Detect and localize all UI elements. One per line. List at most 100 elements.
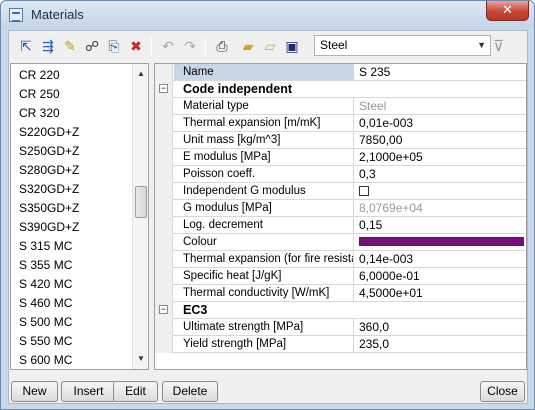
undo-icon[interactable]: ↶ — [159, 37, 177, 55]
list-item[interactable]: CR 250 — [19, 85, 60, 104]
materials-list-scrollbar[interactable]: ▲ ▼ — [132, 64, 148, 369]
property-value[interactable]: 4,5000e+01 — [355, 285, 526, 301]
row-gutter — [155, 251, 173, 268]
close-button[interactable]: Close — [480, 381, 525, 402]
property-value[interactable] — [355, 183, 526, 199]
property-value[interactable]: Steel — [355, 98, 526, 114]
row-gutter — [155, 166, 173, 183]
insert-button[interactable]: Insert — [61, 381, 116, 402]
property-value[interactable]: 360,0 — [355, 319, 526, 335]
list-item[interactable]: S 315 MC — [19, 237, 72, 256]
toolbar-separator — [151, 37, 152, 55]
row-gutter — [155, 217, 173, 234]
list-item[interactable]: S 500 MC — [19, 313, 72, 332]
property-value[interactable]: 7850,00 — [355, 132, 526, 148]
property-row[interactable]: Specific heat [J/gK] 6,0000e-01 — [155, 268, 526, 285]
property-name: Independent G modulus — [174, 183, 354, 199]
list-item[interactable]: S350GD+Z — [19, 199, 79, 218]
property-value[interactable]: 2,1000e+05 — [355, 149, 526, 165]
binoculars-icon[interactable]: ☍ — [83, 37, 101, 55]
property-row[interactable]: Independent G modulus — [155, 183, 526, 200]
scrollbar-thumb[interactable] — [135, 186, 147, 218]
open-icon[interactable]: ▱ — [261, 37, 279, 55]
property-value[interactable]: 6,0000e-01 — [355, 268, 526, 284]
property-name: Thermal expansion (for fire resista... — [174, 251, 354, 267]
property-row[interactable]: Ultimate strength [MPa] 360,0 — [155, 319, 526, 336]
properties-grid: Name S 235 − Code independent Material t… — [154, 63, 527, 370]
property-value[interactable]: 0,3 — [355, 166, 526, 182]
toolbar-separator — [205, 37, 206, 55]
list-item[interactable]: CR 320 — [19, 104, 60, 123]
list-item[interactable]: S 600 MC — [19, 351, 72, 369]
property-row[interactable]: Poisson coeff. 0,3 — [155, 166, 526, 183]
scroll-up-icon[interactable]: ▲ — [133, 66, 148, 82]
property-row[interactable]: E modulus [MPa] 2,1000e+05 — [155, 149, 526, 166]
property-value[interactable]: 0,14e-003 — [355, 251, 526, 267]
property-name: Thermal conductivity [W/mK] — [174, 285, 354, 301]
row-gutter — [155, 319, 173, 336]
property-value[interactable]: 0,01e-003 — [355, 115, 526, 131]
list-item[interactable]: S320GD+Z — [19, 180, 79, 199]
property-row[interactable]: Material type Steel — [155, 98, 526, 115]
open-folder-icon[interactable]: ▰ — [239, 37, 257, 55]
property-value[interactable]: 0,15 — [355, 217, 526, 233]
property-name: Thermal expansion [m/mK] — [174, 115, 354, 131]
list-item[interactable]: CR 220 — [19, 66, 60, 85]
property-row-name[interactable]: Name S 235 — [155, 64, 526, 81]
edit-icon[interactable]: ✎ — [61, 37, 79, 55]
list-item[interactable]: S 550 MC — [19, 332, 72, 351]
window-title: Materials — [31, 7, 84, 22]
collapse-icon[interactable]: − — [159, 305, 168, 314]
property-row[interactable]: Thermal expansion [m/mK] 0,01e-003 — [155, 115, 526, 132]
section-code-independent[interactable]: − Code independent — [155, 81, 526, 98]
independent-g-modulus-checkbox[interactable] — [359, 186, 369, 196]
delete-icon[interactable]: ✖ — [127, 37, 145, 55]
title-bar[interactable]: Materials ✕ — [1, 1, 534, 29]
redo-icon[interactable]: ↷ — [181, 37, 199, 55]
property-name: Ultimate strength [MPa] — [174, 319, 354, 335]
section-ec3[interactable]: − EC3 — [155, 302, 526, 319]
property-value[interactable]: 8,0769e+04 — [355, 200, 526, 216]
property-name: Name — [174, 64, 354, 80]
property-name: E modulus [MPa] — [174, 149, 354, 165]
delete-button[interactable]: Delete — [162, 381, 218, 402]
scroll-down-icon[interactable]: ▼ — [133, 351, 148, 367]
property-name: Specific heat [J/gK] — [174, 268, 354, 284]
list-item[interactable]: S280GD+Z — [19, 161, 79, 180]
new-button[interactable]: New — [11, 381, 58, 402]
property-name: Log. decrement — [174, 217, 354, 233]
property-row[interactable]: G modulus [MPa] 8,0769e+04 — [155, 200, 526, 217]
property-value[interactable] — [355, 234, 526, 250]
property-row[interactable]: Log. decrement 0,15 — [155, 217, 526, 234]
add-material-icon[interactable]: ⇱ — [17, 37, 35, 55]
copy-icon[interactable]: ⎘ — [105, 37, 123, 55]
import-icon[interactable]: ⇶ — [39, 37, 57, 55]
material-type-select-value: Steel — [320, 38, 348, 52]
window-close-button[interactable]: ✕ — [486, 1, 529, 21]
materials-list[interactable]: CR 220 CR 250 CR 320 S220GD+Z S250GD+Z S280GD… — [10, 63, 149, 370]
property-value[interactable]: 235,0 — [355, 336, 526, 352]
collapse-icon[interactable]: − — [159, 84, 168, 93]
print-icon[interactable]: ⎙ — [213, 37, 231, 55]
edit-button[interactable]: Edit — [113, 381, 158, 402]
list-item[interactable]: S390GD+Z — [19, 218, 79, 237]
property-name: G modulus [MPa] — [174, 200, 354, 216]
list-item[interactable]: S250GD+Z — [19, 142, 79, 161]
list-item[interactable]: S 420 MC — [19, 275, 72, 294]
property-row[interactable]: Unit mass [kg/m^3] 7850,00 — [155, 132, 526, 149]
row-gutter — [155, 64, 173, 81]
funnel-icon[interactable]: ⊽ — [493, 37, 509, 55]
list-item[interactable]: S 355 MC — [19, 256, 72, 275]
property-row[interactable]: Thermal conductivity [W/mK] 4,5000e+01 — [155, 285, 526, 302]
material-type-select[interactable]: Steel ▼ — [314, 35, 491, 56]
list-item[interactable]: S 460 MC — [19, 294, 72, 313]
list-item[interactable]: S220GD+Z — [19, 123, 79, 142]
section-title: EC3 — [183, 303, 208, 317]
save-icon[interactable]: ▣ — [283, 37, 301, 55]
property-row[interactable]: Yield strength [MPa] 235,0 — [155, 336, 526, 353]
property-row[interactable]: Thermal expansion (for fire resista... 0,… — [155, 251, 526, 268]
property-row[interactable]: Colour — [155, 234, 526, 251]
property-name: Unit mass [kg/m^3] — [174, 132, 354, 148]
property-value[interactable]: S 235 — [355, 64, 526, 80]
colour-swatch[interactable] — [359, 237, 524, 246]
